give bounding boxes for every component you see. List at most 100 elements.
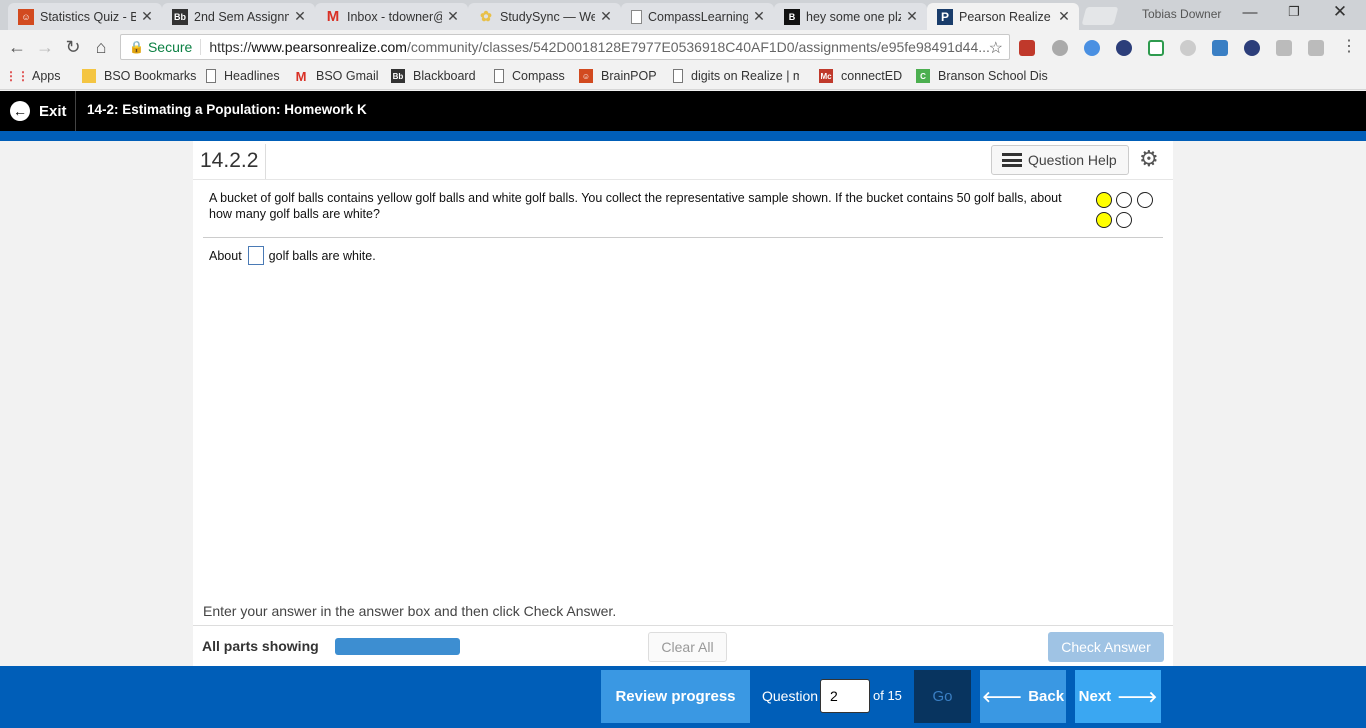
browser-tab-compasslearning[interactable]: CompassLearning ✕ [621, 3, 774, 30]
music-extension-icon[interactable] [1084, 40, 1100, 56]
tab-title: StudySync — We [500, 9, 595, 24]
close-tab-icon[interactable]: ✕ [1057, 8, 1071, 25]
header-accent-bar [0, 131, 1366, 141]
bookmark-label: Headlines [224, 69, 280, 83]
brainpop-icon: ☺ [18, 8, 34, 25]
arrow-left-icon: 🡐 [981, 689, 1023, 706]
gmail-icon: M [326, 8, 340, 25]
branson-icon: C [916, 69, 930, 83]
yellow-golf-ball [1096, 212, 1112, 228]
browser-tab-studysync[interactable]: ✿ StudySync — We ✕ [468, 3, 621, 30]
back-button[interactable]: 🡐 Back [980, 670, 1066, 723]
reload-icon[interactable]: ↻ [62, 37, 84, 57]
exit-button[interactable]: ← Exit [0, 91, 76, 131]
bookmark-headlines[interactable]: Headlines [206, 69, 280, 83]
bookmark-bso-bookmarks[interactable]: BSO Bookmarks [82, 69, 196, 83]
close-window-icon[interactable]: ✕ [1330, 2, 1350, 22]
close-tab-icon[interactable]: ✕ [140, 8, 154, 25]
lock2-extension-icon[interactable] [1244, 40, 1260, 56]
answer-line: About golf balls are white. [209, 246, 376, 265]
bookmark-apps[interactable]: ⋮⋮ Apps [5, 69, 61, 83]
profile-name[interactable]: Tobias Downer [1142, 7, 1221, 21]
question-text: A bucket of golf balls contains yellow g… [209, 191, 1062, 221]
bookmark-digits[interactable]: digits on Realize | m [673, 69, 799, 83]
check-answer-button[interactable]: Check Answer [1048, 632, 1164, 662]
question-label: Question [762, 688, 819, 704]
next-label: Next [1078, 688, 1112, 705]
divider [193, 625, 1173, 626]
bookmark-compass[interactable]: Compass [494, 69, 565, 83]
browser-tab-2nd-sem[interactable]: Bb 2nd Sem Assignm ✕ [162, 3, 315, 30]
bookmark-connected[interactable]: Mc connectED [819, 69, 902, 83]
arrow-left-circle-icon: ← [10, 101, 30, 121]
review-progress-button[interactable]: Review progress [601, 670, 750, 723]
question-number-input[interactable] [820, 679, 870, 713]
forward-arrow-icon[interactable]: → [34, 37, 56, 57]
footer-nav: Review progress Question of 15 Go 🡐 Back… [0, 666, 1366, 728]
question-help-label: Question Help [1028, 152, 1117, 168]
minimize-icon[interactable]: — [1240, 4, 1260, 21]
bookmark-bso-gmail[interactable]: M BSO Gmail [294, 68, 379, 84]
pearson-icon: P [937, 8, 953, 25]
gear-icon[interactable]: ⚙ [1139, 146, 1159, 172]
url-text[interactable]: https://www.pearsonrealize.com/community… [201, 39, 1009, 55]
close-tab-icon[interactable]: ✕ [293, 8, 307, 25]
home-extension-icon[interactable] [1212, 40, 1228, 56]
shield-extension-icon[interactable] [1148, 40, 1164, 56]
answer-input[interactable] [247, 246, 264, 265]
bookmark-star-icon[interactable]: ☆ [989, 38, 1003, 58]
url-host: www.pearsonrealize.com [251, 39, 407, 55]
bookmark-blackboard[interactable]: Bb Blackboard [391, 69, 476, 83]
next-button[interactable]: Next 🡒 [1075, 670, 1161, 723]
home-icon[interactable]: ⌂ [90, 37, 112, 57]
close-tab-icon[interactable]: ✕ [752, 8, 766, 25]
browser-tab-pearson-realize[interactable]: P Pearson Realize ✕ [927, 3, 1079, 30]
tab-title: Inbox - tdowner@ [347, 9, 442, 24]
page-icon [206, 69, 216, 83]
bookmark-branson[interactable]: C Branson School Distr [916, 69, 1048, 83]
browser-toolbar: ← → ↻ ⌂ 🔒 Secure https://www.pearsonreal… [0, 30, 1366, 64]
restore-icon[interactable]: ❐ [1284, 4, 1304, 20]
bookmark-brainpop[interactable]: ☺ BrainPOP [579, 69, 657, 83]
new-tab-button[interactable] [1081, 7, 1119, 25]
url-scheme: https:// [209, 39, 252, 55]
bookmark-label: Compass [512, 69, 565, 83]
blackboard-icon: Bb [172, 8, 188, 25]
white-golf-ball [1137, 192, 1153, 208]
secure-label: Secure [148, 39, 202, 55]
browser-tab-statistics-quiz[interactable]: ☺ Statistics Quiz - B ✕ [8, 3, 162, 30]
question-total: of 15 [873, 688, 902, 703]
go-button[interactable]: Go [914, 670, 971, 723]
tab-title: Statistics Quiz - B [40, 9, 136, 24]
close-tab-icon[interactable]: ✕ [599, 8, 613, 25]
list-icon [1002, 153, 1022, 167]
close-tab-icon[interactable]: ✕ [446, 8, 460, 25]
lock-extension-icon[interactable] [1116, 40, 1132, 56]
bookmark-label: BSO Bookmarks [104, 69, 197, 83]
bookmark-label: Branson School Distr [938, 69, 1048, 83]
pdf-extension-icon[interactable] [1019, 40, 1035, 56]
lock-icon: 🔒 [129, 40, 144, 54]
clear-all-button[interactable]: Clear All [648, 632, 727, 662]
page-icon [494, 69, 504, 83]
chrome-menu-icon[interactable]: ⋮ [1338, 37, 1360, 57]
question-panel: 14.2.2 Question Help ⚙ A bucket of golf … [193, 141, 1173, 666]
back-arrow-icon[interactable]: ← [6, 37, 28, 57]
url-path: /community/classes/542D0018128E7977E0536… [406, 39, 990, 55]
question-help-button[interactable]: Question Help [991, 145, 1129, 175]
page-icon [631, 9, 642, 24]
search-extension-icon[interactable] [1308, 40, 1324, 56]
browser-tab-inbox[interactable]: M Inbox - tdowner@ ✕ [315, 3, 468, 30]
headphones-extension-icon[interactable] [1052, 40, 1068, 56]
extension-icon[interactable] [1180, 40, 1196, 56]
close-tab-icon[interactable]: ✕ [905, 8, 919, 25]
parts-label: All parts showing [202, 638, 319, 654]
bookmark-label: Blackboard [413, 69, 476, 83]
g-extension-icon[interactable] [1276, 40, 1292, 56]
gmail-icon: M [295, 68, 307, 84]
exit-label: Exit [39, 102, 67, 120]
bookmark-label: connectED [841, 69, 903, 83]
assignment-title: 14-2: Estimating a Population: Homework … [87, 102, 367, 117]
browser-tab-hey-some-one[interactable]: B hey some one plz ✕ [774, 3, 927, 30]
address-bar[interactable]: 🔒 Secure https://www.pearsonrealize.com/… [120, 34, 1010, 60]
